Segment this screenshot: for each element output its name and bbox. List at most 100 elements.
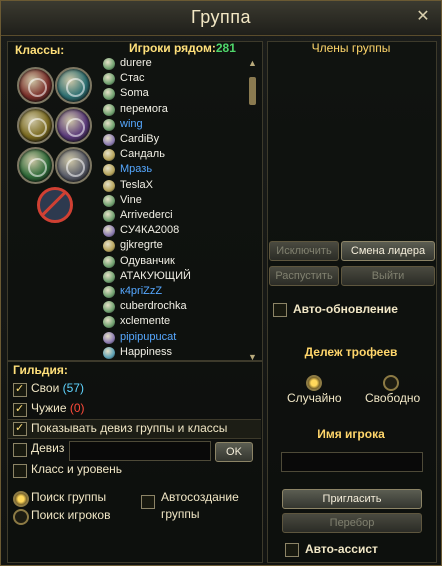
exit-button[interactable]: Выйти [341, 266, 435, 286]
player-name: pipipupucat [120, 330, 177, 343]
auto-update-label: Авто-обновление [293, 302, 398, 316]
foreign-guild-checkbox[interactable] [13, 402, 27, 417]
close-icon[interactable]: ✕ [415, 9, 431, 25]
player-row[interactable]: перемога [103, 103, 243, 119]
player-class-icon [103, 118, 115, 131]
guild-label: Гильдия: [13, 363, 68, 377]
scroll-up-icon[interactable]: ▲ [247, 57, 258, 69]
search-players-label: Поиск игроков [31, 508, 111, 522]
exclude-button[interactable]: Исключить [269, 241, 339, 261]
loot-free-radio[interactable] [383, 375, 399, 391]
player-row[interactable]: Сандаль [103, 148, 243, 164]
disband-button[interactable]: Распустить [269, 266, 339, 286]
player-row[interactable]: Arrivederci [103, 209, 243, 225]
foreign-guild-label: Чужие [31, 401, 67, 415]
player-name: Сандаль [120, 148, 165, 161]
player-name: Soma [120, 87, 149, 100]
autocreate-checkbox[interactable] [141, 495, 155, 509]
motto-checkbox[interactable] [13, 443, 27, 457]
player-class-icon [103, 331, 115, 344]
own-guild-checkbox[interactable] [13, 382, 27, 397]
class-rogue-icon[interactable] [55, 147, 92, 184]
player-name: АТАКУЮЩИЙ [120, 269, 191, 282]
loot-label: Дележ трофеев [304, 345, 398, 359]
player-name: к4priZzZ [120, 285, 163, 297]
members-list [271, 59, 431, 231]
player-row[interactable]: к4priZzZ [103, 285, 243, 301]
player-row[interactable]: pipipupucat [103, 331, 243, 347]
class-level-label: Класс и уровень [31, 462, 123, 476]
class-level-checkbox[interactable] [13, 464, 27, 478]
player-name: Arrivederci [120, 209, 173, 221]
player-name: Happiness [120, 345, 172, 358]
player-row[interactable]: Happiness [103, 346, 243, 362]
title-bar[interactable]: Группа ✕ [1, 1, 441, 36]
player-row[interactable]: xclemente [103, 315, 243, 331]
players-nearby-count: 281 [215, 41, 236, 55]
search-players-radio[interactable] [13, 509, 29, 525]
player-row[interactable]: Мразь [103, 163, 243, 179]
scroll-thumb[interactable] [249, 77, 256, 105]
invite-button[interactable]: Пригласить [282, 489, 422, 509]
player-class-icon [103, 225, 115, 238]
player-class-icon [103, 301, 115, 314]
class-warlock-icon[interactable] [55, 107, 92, 144]
loot-random-label: Случайно [287, 391, 342, 405]
player-name: cuberdrochka [120, 300, 187, 313]
class-priest-icon[interactable] [17, 107, 54, 144]
player-class-icon [103, 164, 115, 177]
player-name-input[interactable] [281, 452, 423, 472]
player-name-label: Имя игрока [317, 427, 385, 441]
player-row[interactable]: TeslaX [103, 179, 243, 195]
own-guild-count: (57) [62, 381, 84, 395]
player-name: Одуванчик [120, 254, 175, 267]
player-row[interactable]: durere [103, 57, 243, 73]
show-motto-checkbox[interactable] [13, 421, 27, 436]
players-nearby-label: Игроки рядом:281 [129, 41, 236, 55]
player-row[interactable]: wing [103, 118, 243, 134]
class-ranger-icon[interactable] [17, 147, 54, 184]
player-name: xclemente [120, 315, 171, 328]
player-row[interactable]: gjkregrte [103, 239, 243, 255]
foreign-guild-text: Чужие (0) [31, 401, 85, 415]
player-name: wing [120, 117, 143, 130]
player-row[interactable]: Soma [103, 87, 243, 103]
motto-ok-button[interactable]: OK [215, 442, 253, 462]
player-row[interactable]: Стас [103, 72, 243, 88]
player-row[interactable]: Vine [103, 194, 243, 210]
auto-update-checkbox[interactable] [273, 303, 287, 317]
player-class-icon [103, 255, 115, 268]
player-name: перемога [120, 102, 168, 115]
class-warrior-icon[interactable] [17, 67, 54, 104]
loot-random-radio[interactable] [306, 375, 322, 391]
motto-label: Девиз [31, 441, 65, 455]
class-mage-icon[interactable] [55, 67, 92, 104]
player-class-icon [103, 346, 115, 359]
player-row[interactable]: cuberdrochka [103, 300, 243, 316]
player-row[interactable]: CУ4КА2008 [103, 224, 243, 240]
player-class-icon [103, 134, 115, 146]
player-row[interactable]: Одуванчик [103, 255, 243, 271]
motto-input[interactable] [69, 441, 211, 461]
player-name: Мразь [120, 163, 153, 176]
auto-assist-label: Авто-ассист [305, 542, 378, 556]
clear-class-filter-icon[interactable] [37, 187, 73, 223]
player-name: CУ4КА2008 [120, 224, 180, 237]
search-group-label: Поиск группы [31, 490, 107, 504]
foreign-guild-count: (0) [69, 401, 85, 415]
player-row[interactable]: АТАКУЮЩИЙ [103, 270, 243, 286]
autocreate-label-1: Автосоздание [161, 490, 239, 504]
search-group-radio[interactable] [13, 491, 29, 507]
player-row[interactable]: CardiBy [103, 133, 243, 149]
player-name: Стас [120, 72, 145, 85]
player-name: Vine [120, 193, 142, 206]
window-title: Группа [190, 7, 252, 27]
pick-button[interactable]: Перебор [282, 513, 422, 533]
player-class-icon [103, 73, 115, 86]
player-class-icon [103, 286, 115, 298]
players-scrollbar[interactable]: ▲ ▼ [247, 57, 258, 363]
auto-assist-checkbox[interactable] [285, 543, 299, 557]
change-leader-button[interactable]: Смена лидера [341, 241, 435, 261]
show-motto-label: Показывать девиз группы и классы [31, 421, 228, 435]
player-class-icon [103, 270, 115, 283]
